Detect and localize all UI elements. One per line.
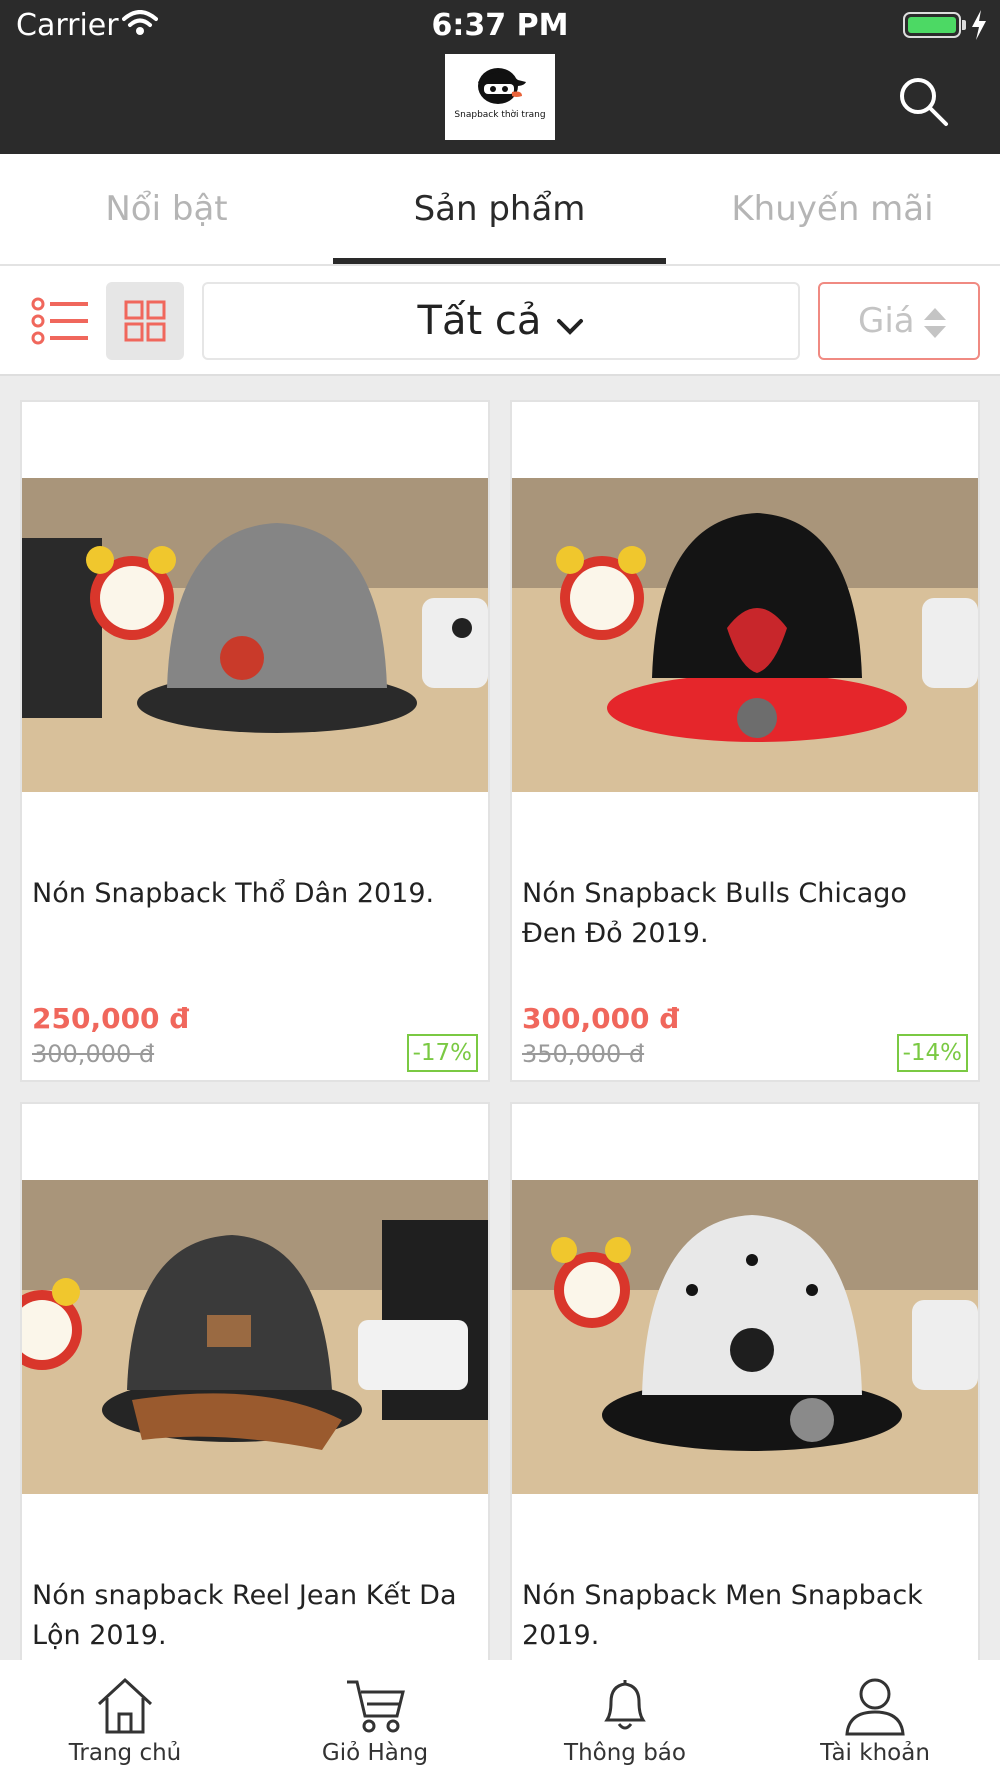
nav-account-label: Tài khoản — [820, 1740, 930, 1766]
sort-icon — [924, 308, 946, 338]
bell-icon — [604, 1680, 646, 1730]
product-name[interactable]: Nón Snapback Bulls Chicago Đen Đỏ 2019. — [522, 874, 967, 954]
nav-home-label: Trang chủ — [68, 1740, 182, 1766]
category-dropdown[interactable]: Tất cả — [202, 282, 800, 360]
logo-mark-icon — [478, 68, 526, 104]
product-card[interactable]: Nón Snapback Bulls Chicago Đen Đỏ 2019. … — [510, 400, 980, 1082]
price-sort-button[interactable]: Giá — [818, 282, 980, 360]
status-time: 6:37 PM — [431, 8, 569, 43]
product-image[interactable] — [22, 1180, 488, 1494]
active-tab-indicator — [333, 258, 666, 264]
list-view-icon[interactable] — [30, 294, 90, 348]
logo-text: Snapback thời trang — [454, 110, 546, 120]
product-image[interactable] — [512, 1180, 978, 1494]
grid-view-icon — [124, 300, 166, 342]
cart-icon — [347, 1680, 405, 1733]
home-icon — [97, 1677, 153, 1734]
product-price: 250,000 đ — [32, 1002, 190, 1035]
product-name[interactable]: Nón Snapback Men Snapback 2019. — [522, 1576, 967, 1656]
discount-badge: -14% — [896, 1034, 968, 1072]
app-header: Carrier 6:37 PM Snapback thời trang — [0, 0, 1000, 154]
nav-home[interactable]: Trang chủ — [0, 1660, 250, 1778]
user-icon — [845, 1678, 905, 1736]
grid-view-button[interactable] — [106, 282, 184, 360]
tab-featured[interactable]: Nổi bật — [0, 154, 333, 264]
product-name[interactable]: Nón Snapback Thổ Dân 2019. — [32, 874, 477, 914]
nav-notifications-label: Thông báo — [564, 1740, 686, 1766]
tab-products[interactable]: Sản phẩm — [333, 154, 666, 264]
status-bar: Carrier 6:37 PM — [0, 0, 1000, 50]
battery-icon — [903, 12, 961, 38]
nav-notifications[interactable]: Thông báo — [500, 1660, 750, 1778]
charging-icon — [972, 10, 986, 40]
product-card[interactable]: Nón Snapback Thổ Dân 2019. 250,000 đ 300… — [20, 400, 490, 1082]
filter-toolbar: Tất cả Giá — [0, 266, 1000, 376]
product-price: 300,000 đ — [522, 1002, 680, 1035]
tab-promotions[interactable]: Khuyến mãi — [666, 154, 999, 264]
category-selected: Tất cả — [417, 298, 542, 344]
nav-cart-label: Giỏ Hàng — [321, 1740, 429, 1766]
product-name[interactable]: Nón snapback Reel Jean Kết Da Lộn 2019. — [32, 1576, 477, 1656]
product-image[interactable] — [22, 478, 488, 792]
nav-account[interactable]: Tài khoản — [750, 1660, 1000, 1778]
price-sort-label: Giá — [858, 301, 915, 341]
bottom-navigation: Trang chủ Giỏ Hàng Thông báo Tài khoản — [0, 1660, 1000, 1778]
nav-cart[interactable]: Giỏ Hàng — [250, 1660, 500, 1778]
product-old-price: 300,000 đ — [32, 1040, 155, 1068]
product-image[interactable] — [512, 478, 978, 792]
discount-badge: -17% — [406, 1034, 478, 1072]
brand-logo[interactable]: Snapback thời trang — [445, 54, 555, 140]
chevron-down-icon — [557, 318, 584, 335]
product-old-price: 350,000 đ — [522, 1040, 645, 1068]
search-icon[interactable] — [896, 74, 950, 128]
category-tabs: Nổi bật Sản phẩm Khuyến mãi — [0, 154, 1000, 266]
